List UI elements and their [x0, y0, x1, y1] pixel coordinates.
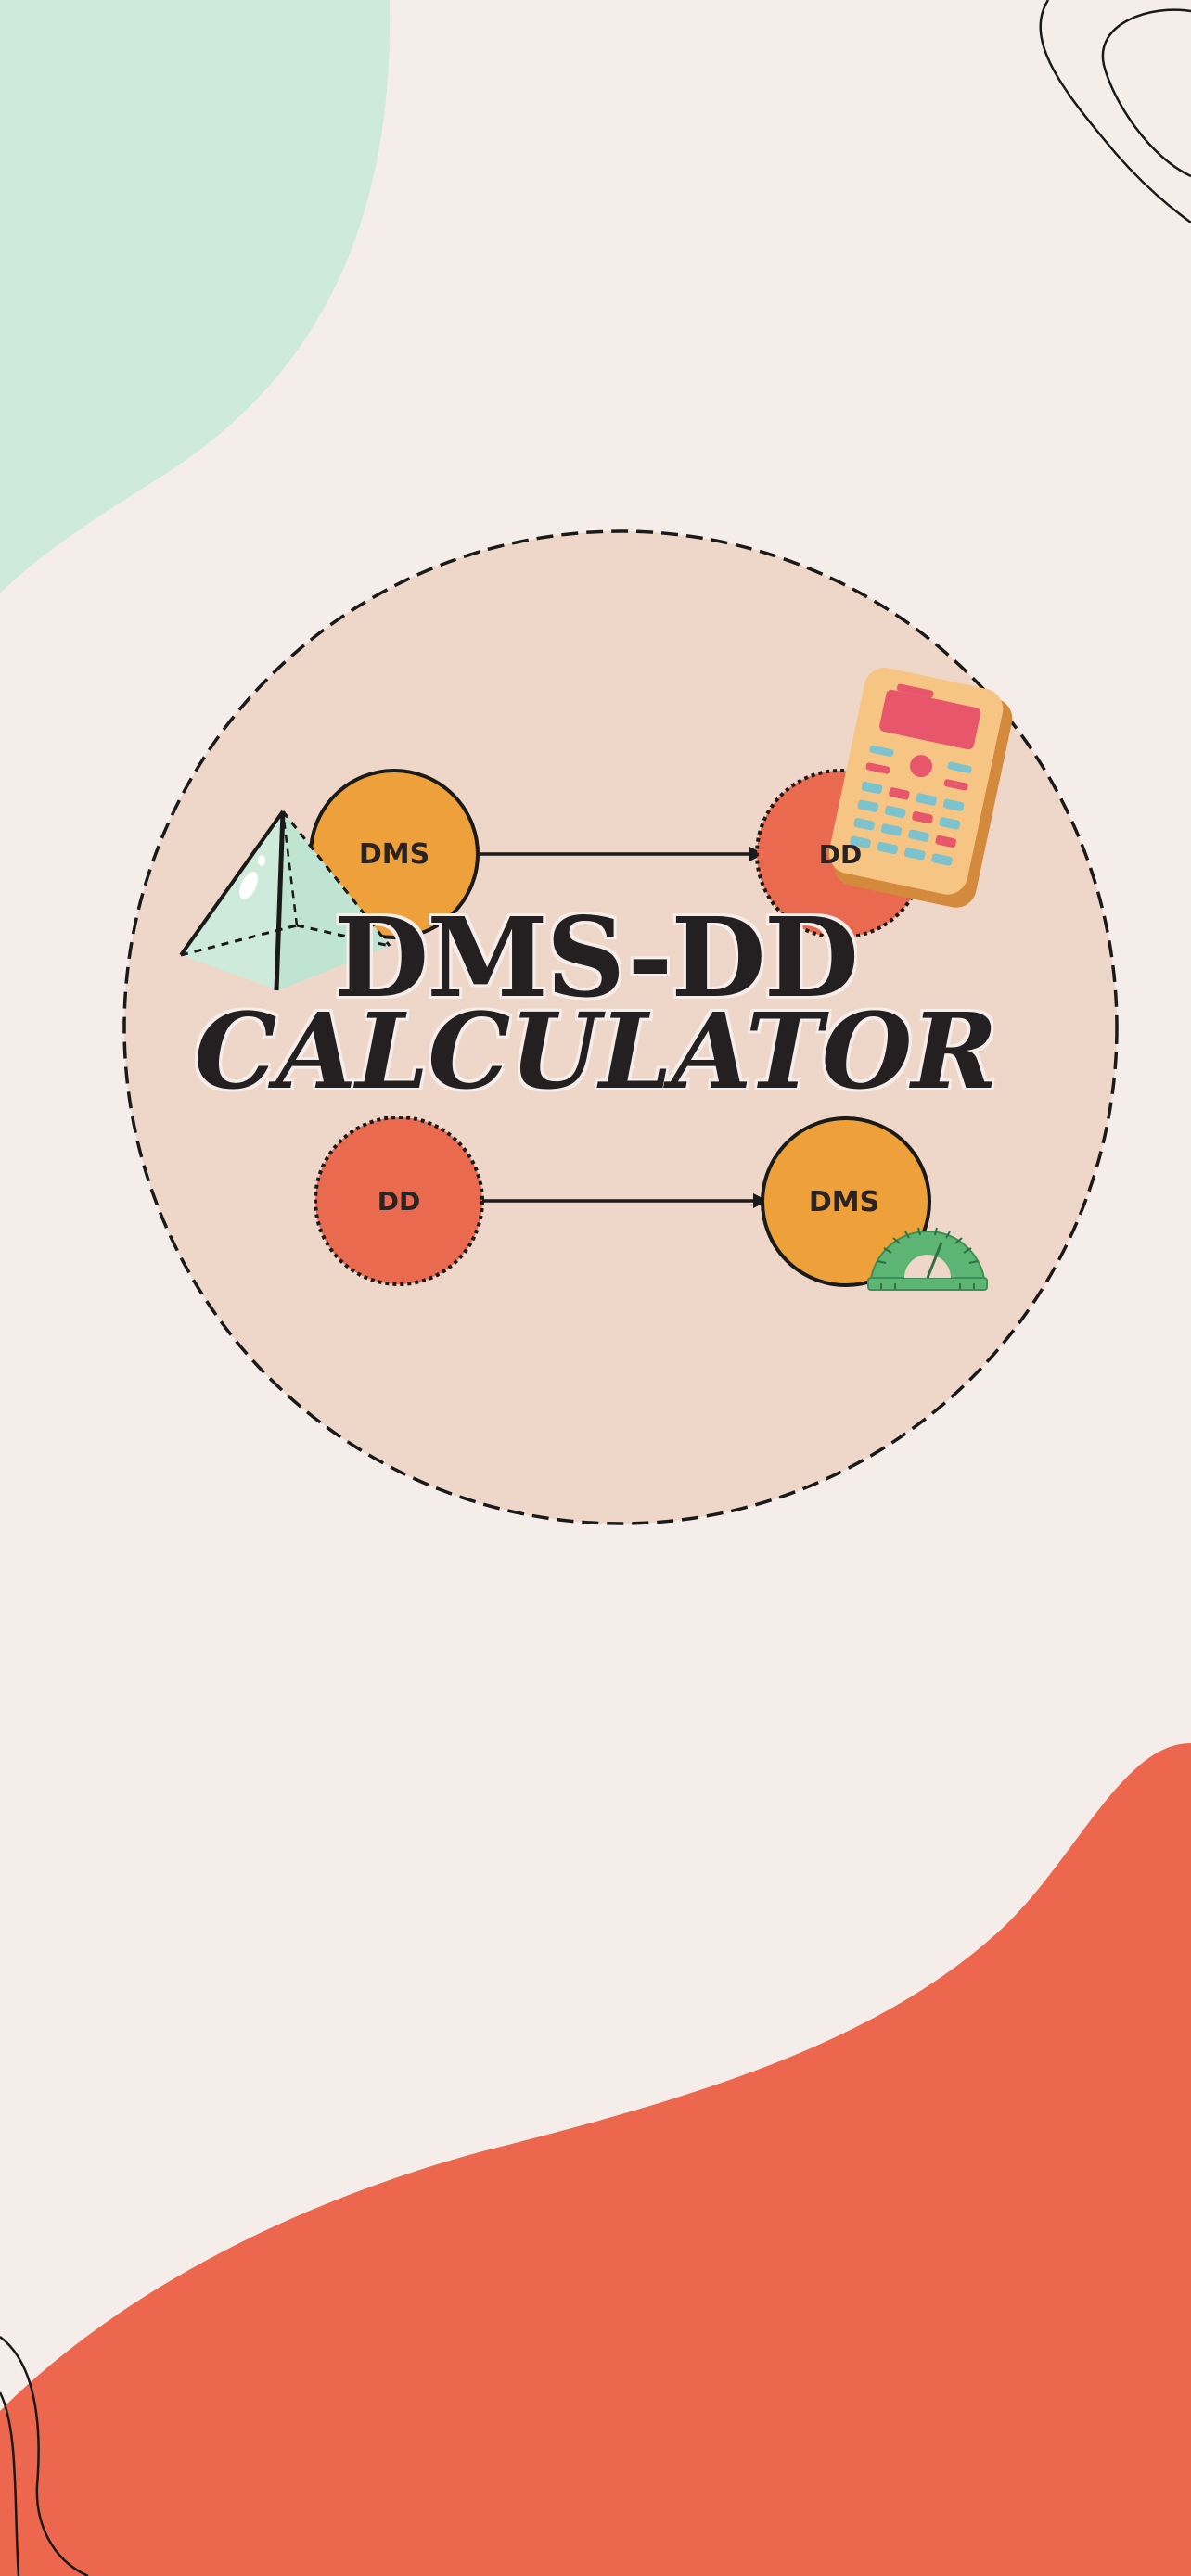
dd-bubble-bottom — [314, 1116, 484, 1286]
app-title-line2: CALCULATOR — [194, 991, 997, 1113]
background-illustration — [0, 0, 1191, 2576]
splash-screen: DMS DD DD DMS DMS-DD CALCULATOR — [0, 0, 1191, 2576]
